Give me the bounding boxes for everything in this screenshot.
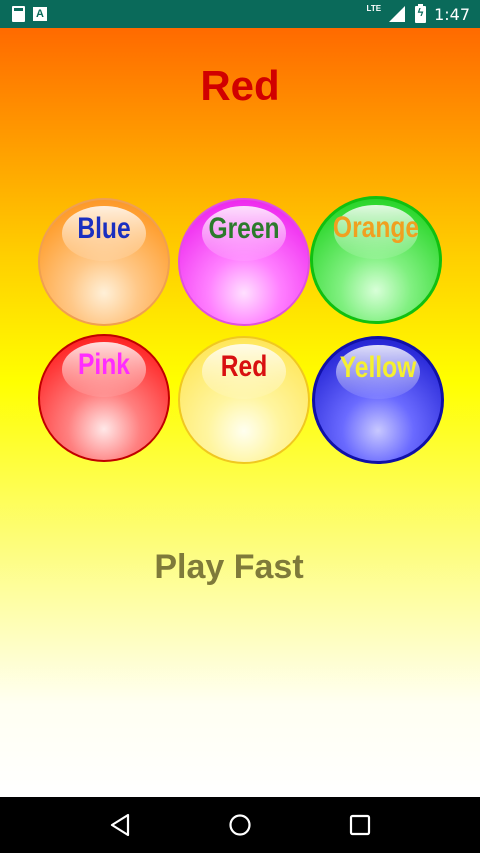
navigation-bar (0, 797, 480, 853)
ball-label: Pink (78, 348, 130, 381)
back-icon (110, 813, 130, 837)
clock: 1:47 (434, 4, 470, 24)
target-color-word: Red (200, 62, 280, 109)
color-ball-pink[interactable]: Pink (38, 334, 170, 462)
network-type-label: LTE (366, 3, 382, 13)
status-left-icons: A (12, 6, 47, 22)
status-bar: A LTE ϟ 1:47 (0, 0, 480, 28)
color-ball-red[interactable]: Red (178, 336, 310, 464)
back-button[interactable] (100, 805, 140, 845)
home-button[interactable] (220, 805, 260, 845)
ball-label: Green (208, 212, 280, 245)
recents-icon (349, 814, 371, 836)
color-ball-blue[interactable]: Blue (38, 198, 170, 326)
battery-icon: ϟ (415, 3, 427, 23)
text-a-icon: A (33, 7, 47, 21)
ball-label: Red (220, 350, 268, 383)
home-icon (229, 814, 251, 836)
ball-label: Yellow (339, 351, 417, 384)
ball-label: Orange (332, 211, 420, 244)
game-screen: Red Blue Green Orange Pink Red Yellow Pl… (0, 28, 480, 797)
recents-button[interactable] (340, 805, 380, 845)
sd-card-icon (12, 6, 25, 22)
color-ball-green[interactable]: Green (178, 198, 310, 326)
color-ball-yellow[interactable]: Yellow (312, 336, 444, 464)
status-right-icons: LTE ϟ 1:47 (366, 3, 470, 24)
play-fast-button[interactable]: Play Fast (0, 548, 458, 587)
color-ball-orange[interactable]: Orange (310, 196, 442, 324)
signal-icon (389, 6, 406, 22)
ball-label: Blue (77, 212, 131, 245)
